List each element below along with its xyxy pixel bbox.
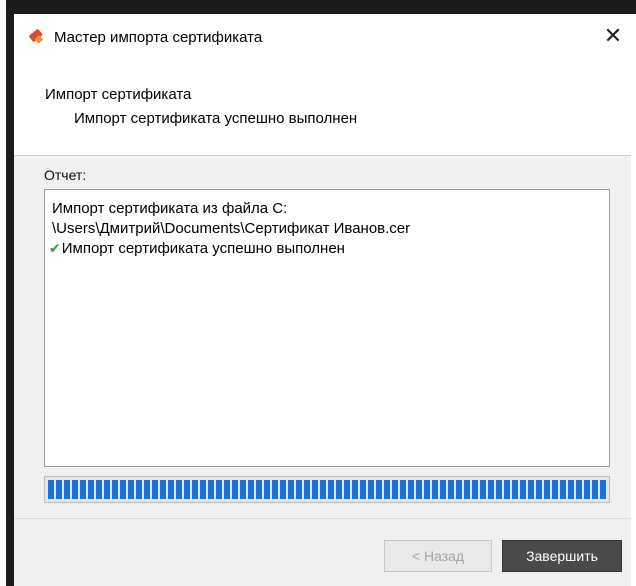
window-frame-left-outer: [0, 0, 6, 586]
certificate-icon: [29, 29, 43, 44]
certificate-import-wizard: Мастер импорта сертификата ✕ Импорт серт…: [14, 14, 631, 586]
report-line: ✔Импорт сертификата успешно выполнен: [49, 240, 345, 257]
report-label: Отчет:: [44, 167, 87, 183]
title-bar[interactable]: Мастер импорта сертификата ✕: [14, 14, 631, 58]
wizard-header: Импорт сертификата Импорт сертификата ус…: [14, 58, 631, 156]
finish-button[interactable]: Завершить: [502, 540, 622, 572]
footer-divider: [14, 518, 631, 519]
report-success-text: Импорт сертификата успешно выполнен: [61, 240, 345, 257]
back-button[interactable]: < Назад: [384, 540, 492, 572]
window-title: Мастер импорта сертификата: [54, 29, 263, 46]
report-line: Импорт сертификата из файла C:: [52, 200, 288, 217]
report-line: \Users\Дмитрий\Documents\Сертификат Иван…: [52, 220, 411, 237]
report-textbox[interactable]: Импорт сертификата из файла C: \Users\Дм…: [44, 189, 610, 467]
close-icon: ✕: [603, 23, 623, 49]
progress-bar: [44, 476, 610, 503]
page-title: Импорт сертификата: [45, 86, 192, 103]
close-button[interactable]: ✕: [595, 18, 631, 54]
progress-fill: [48, 480, 606, 499]
window-frame-top: [0, 0, 636, 14]
page-subtitle: Импорт сертификата успешно выполнен: [74, 110, 358, 127]
check-icon: ✔: [49, 241, 61, 257]
